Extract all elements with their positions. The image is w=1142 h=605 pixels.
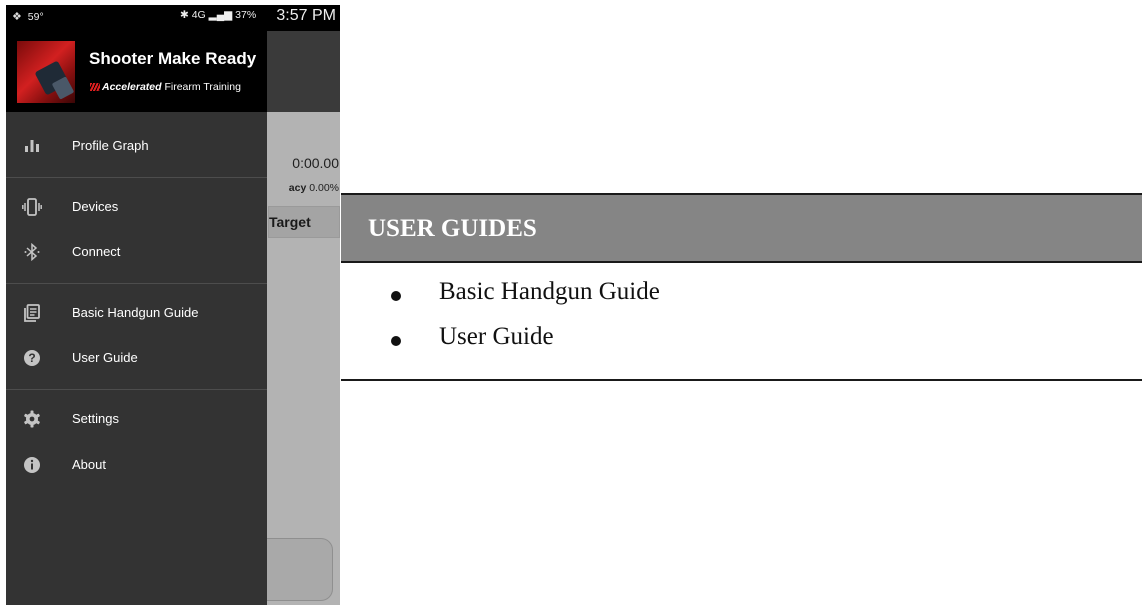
app-logo — [17, 41, 75, 103]
menu-label-settings: Settings — [72, 411, 119, 426]
user-guides-header: USER GUIDES — [341, 193, 1142, 263]
list-divider — [341, 379, 1142, 381]
app-tagline: Accelerated Firearm Training — [90, 81, 241, 93]
menu-divider — [6, 389, 267, 390]
help-icon: ? — [22, 349, 42, 369]
dropbox-icon: ❖ — [12, 11, 22, 23]
status-bar: ❖ 59° ✱ 4G ▂▄▆ 37% 3:57 PM — [6, 5, 340, 31]
menu-label-devices: Devices — [72, 199, 119, 214]
app-title: Shooter Make Ready — [89, 49, 257, 68]
menu-item-profile-graph[interactable]: Profile Graph — [6, 127, 267, 167]
status-time: 3:57 PM — [276, 7, 336, 24]
bar-chart-icon — [22, 137, 42, 157]
menu-item-connect[interactable]: Connect — [6, 233, 267, 273]
weather-status: ❖ 59° — [12, 10, 44, 23]
accuracy-label: acy — [288, 182, 307, 194]
menu-item-user-guide[interactable]: ? User Guide — [6, 339, 267, 379]
menu-item-basic-handgun-guide[interactable]: Basic Handgun Guide — [6, 294, 267, 334]
brand-stripes-icon — [90, 83, 100, 91]
timer-readout: 0:00.00 — [292, 155, 339, 171]
list-item-label: Basic Handgun Guide — [439, 278, 660, 305]
phone-screenshot: 0:00.00 acy 0.00% Target ❖ 59° ✱ 4G ▂▄▆ … — [6, 5, 340, 605]
menu-label-connect: Connect — [72, 244, 121, 259]
tab-target[interactable]: Target — [268, 206, 340, 238]
accuracy-value: 0.00% — [309, 182, 339, 194]
user-guides-list: Basic Handgun Guide User Guide — [341, 263, 1142, 381]
menu-label-profile-graph: Profile Graph — [72, 138, 149, 153]
tagline-brand: Accelerated — [102, 81, 162, 93]
menu-item-settings[interactable]: Settings — [6, 400, 267, 440]
menu-divider — [6, 177, 267, 178]
svg-text:?: ? — [28, 351, 35, 365]
gear-icon — [22, 410, 42, 430]
tagline-text: Firearm Training — [164, 81, 241, 93]
menu-label-basic-handgun-guide: Basic Handgun Guide — [72, 305, 199, 320]
temperature: 59° — [27, 11, 44, 23]
menu-label-user-guide: User Guide — [72, 350, 138, 365]
menu-item-about[interactable]: About — [6, 446, 267, 486]
drawer-header: Shooter Make Ready Accelerated Firearm T… — [6, 31, 267, 112]
menu-label-about: About — [72, 457, 106, 472]
list-item-label: User Guide — [439, 323, 554, 350]
menu-divider — [6, 283, 267, 284]
menu-item-devices[interactable]: Devices — [6, 188, 267, 228]
user-guides-title: USER GUIDES — [368, 215, 537, 242]
signal-indicators: ✱ 4G ▂▄▆ 37% — [180, 9, 257, 21]
info-icon — [22, 456, 42, 476]
bluetooth-icon — [22, 242, 42, 263]
bullet-icon — [391, 291, 401, 301]
navigation-drawer: Shooter Make Ready Accelerated Firearm T… — [6, 31, 267, 605]
tab-target-label: Target — [269, 214, 311, 230]
bullet-icon — [391, 336, 401, 346]
document-icon — [22, 304, 42, 324]
vibrate-device-icon — [22, 198, 42, 218]
